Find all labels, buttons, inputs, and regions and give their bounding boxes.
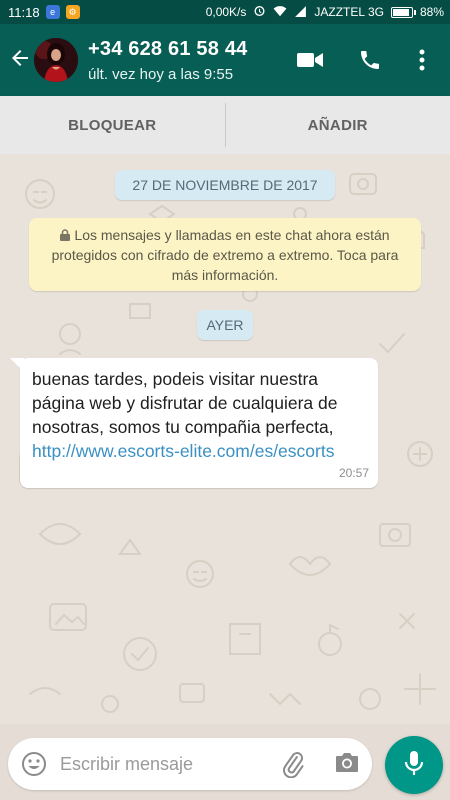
battery-level bbox=[392, 8, 409, 16]
wifi-icon bbox=[273, 5, 287, 20]
network-speed: 0,00K/s bbox=[205, 5, 247, 19]
back-arrow-icon[interactable] bbox=[8, 46, 32, 70]
camera-icon[interactable] bbox=[334, 750, 362, 778]
signal-icon bbox=[294, 5, 307, 20]
video-call-icon[interactable] bbox=[296, 46, 324, 74]
notification-app-icon: e bbox=[45, 5, 60, 19]
encryption-notice-text: Los mensajes y llamadas en este chat aho… bbox=[51, 226, 399, 283]
mic-icon bbox=[403, 749, 425, 782]
block-button[interactable]: BLOQUEAR bbox=[0, 117, 225, 134]
contact-name[interactable]: +34 628 61 58 44 bbox=[88, 38, 247, 61]
encryption-notice[interactable]: Los mensajes y llamadas en este chat aho… bbox=[29, 218, 421, 291]
composer bbox=[8, 738, 372, 790]
message-input[interactable] bbox=[60, 750, 260, 778]
last-seen: últ. vez hoy a las 9:55 bbox=[88, 66, 234, 83]
message-time: 20:57 bbox=[338, 466, 369, 480]
lock-icon bbox=[60, 227, 74, 243]
add-contact-button[interactable]: AÑADIR bbox=[226, 117, 450, 134]
emoji-icon[interactable] bbox=[20, 750, 48, 778]
battery-icon bbox=[390, 6, 416, 18]
more-vert-icon[interactable] bbox=[408, 46, 436, 74]
contact-avatar[interactable] bbox=[34, 38, 78, 82]
notification-settings-icon: ⚙ bbox=[65, 5, 80, 19]
incoming-message[interactable]: buenas tardes, podeis visitar nuestra pá… bbox=[20, 358, 378, 488]
message-body: buenas tardes, podeis visitar nuestra pá… bbox=[32, 367, 366, 463]
phone-icon[interactable] bbox=[356, 46, 384, 74]
unknown-contact-actions: BLOQUEAR AÑADIR bbox=[0, 96, 450, 154]
day-chip: AYER bbox=[197, 310, 253, 340]
status-right: 0,00K/s JAZZTEL 3G 88% bbox=[206, 0, 444, 24]
alarm-icon bbox=[253, 4, 266, 20]
status-bar: 11:18 e ⚙ 0,00K/s JAZZTEL 3G 88% bbox=[0, 0, 450, 24]
message-link[interactable]: http://www.escorts-elite.com/es/escorts bbox=[32, 441, 334, 461]
mic-button[interactable] bbox=[385, 736, 443, 794]
battery-percent: 88% bbox=[419, 5, 444, 19]
status-time: 11:18 bbox=[8, 4, 40, 20]
chat-area[interactable]: 27 DE NOVIEMBRE DE 2017 Los mensajes y l… bbox=[0, 154, 450, 724]
date-chip: 27 DE NOVIEMBRE DE 2017 bbox=[115, 170, 335, 200]
attach-clip-icon[interactable] bbox=[278, 750, 306, 779]
chat-header: +34 628 61 58 44 últ. vez hoy a las 9:55 bbox=[0, 24, 450, 96]
carrier-name: JAZZTEL 3G bbox=[314, 5, 384, 19]
message-text: buenas tardes, podeis visitar nuestra pá… bbox=[32, 369, 338, 437]
